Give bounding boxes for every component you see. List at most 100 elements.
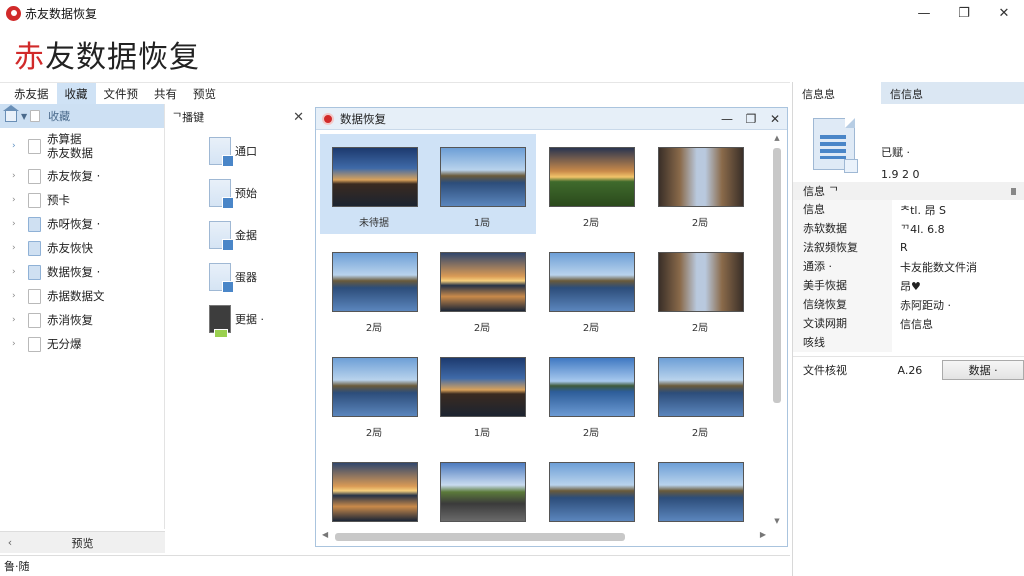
quick-item-label: 更据 · — [235, 313, 264, 326]
menu-item-2[interactable]: 收藏 — [56, 82, 96, 105]
property-key: 信息 — [793, 200, 892, 219]
info-panel: 信息息 信信息 已赋 · 1.9 2 0 信息 ᄀ 信息 ᄎtl. 昂 S 赤软数… — [792, 82, 1024, 576]
gallery-minimize-button[interactable]: — — [715, 112, 739, 126]
quick-item[interactable]: 通口 — [166, 130, 312, 172]
scroll-up-icon[interactable]: ▲ — [770, 134, 784, 146]
close-icon[interactable]: ✕ — [293, 110, 304, 125]
chevron-right-icon[interactable]: › — [12, 141, 22, 151]
tree-item[interactable]: › 赤消恢复 — [0, 308, 164, 332]
document-icon — [813, 118, 858, 173]
thumbnail-item[interactable]: 1局 — [428, 344, 536, 444]
thumbnail-item[interactable]: 1局 — [320, 449, 428, 529]
file-icon — [28, 312, 41, 328]
gallery-close-button[interactable]: ✕ — [763, 112, 787, 126]
thumbnail-item[interactable]: 2局 — [320, 239, 428, 339]
property-value: ᄁ4l. 6.8 — [900, 222, 945, 236]
thumbnail-item[interactable]: 2局 — [428, 239, 536, 339]
chevron-right-icon[interactable]: › — [12, 171, 22, 181]
photo-thumbnail — [332, 252, 418, 312]
tree-item[interactable]: › 赤据数据文 — [0, 284, 164, 308]
chevron-right-icon[interactable]: › — [12, 339, 22, 349]
thumbnail-caption: 2局 — [365, 323, 383, 334]
property-value: 卡友能数文件消 — [900, 260, 977, 274]
thumbnail-item[interactable]: 1局 — [646, 449, 754, 529]
scroll-thumb[interactable] — [773, 148, 781, 403]
thumbnail-item[interactable]: 2局 — [537, 449, 645, 529]
chevron-right-icon[interactable]: › — [12, 315, 22, 325]
thumbnail-caption: 未待据 — [359, 218, 389, 229]
thumbnail-item[interactable]: 2局 — [646, 134, 754, 234]
tree-item[interactable]: › 赤友恢快 — [0, 236, 164, 260]
gallery-titlebar: 数据恢复 — ❐ ✕ — [316, 108, 787, 130]
brand-heading: 赤友数据恢复 — [14, 32, 200, 76]
menu-item-4[interactable]: 共有 — [146, 83, 185, 105]
tree-item[interactable]: › 赤算据 赤友数据 — [0, 128, 164, 164]
tab-details[interactable]: 信信息 — [881, 82, 1024, 104]
chevron-left-icon[interactable]: ‹ — [0, 536, 20, 549]
thumbnail-item[interactable]: 2局 — [537, 134, 645, 234]
folder-tree: ▼ 收藏 › 赤算据 赤友数据 › 赤友恢复 · › 预卡 › 赤呀恢复 · › 赤友恢快… — [0, 104, 165, 529]
document-icon — [209, 179, 234, 209]
photo-thumbnail — [332, 147, 418, 207]
thumbnail-item[interactable]: 2局 — [320, 344, 428, 444]
preview-label[interactable]: 预览 — [20, 535, 165, 551]
menu-item-3[interactable]: 文件预 — [96, 83, 147, 105]
chevron-right-icon[interactable]: › — [12, 291, 22, 301]
property-key: 赤软数据 — [793, 219, 892, 238]
properties-table: 信息 ᄀ 信息 ᄎtl. 昂 S 赤软数据 ᄁ4l. 6.8 法叙频恢复 R 通添 ·… — [793, 182, 1024, 384]
chevron-right-icon[interactable]: › — [12, 195, 22, 205]
thumbnail-item[interactable]: 2局 — [537, 239, 645, 339]
minimize-button[interactable]: — — [904, 0, 944, 26]
recover-data-button[interactable]: 数据 · — [942, 360, 1024, 380]
scroll-left-icon[interactable]: ◀ — [322, 530, 328, 539]
tree-item[interactable]: › 预卡 — [0, 188, 164, 212]
photo-thumbnail — [440, 252, 526, 312]
quick-item[interactable]: 蛋器 — [166, 256, 312, 298]
thumbnail-item[interactable]: 2局 — [537, 344, 645, 444]
thumbnail-item[interactable]: 2局 — [646, 239, 754, 339]
photo-thumbnail — [658, 357, 744, 417]
tree-item-label: 赤呀恢复 · — [47, 217, 101, 231]
thumbnail-caption: 1局 — [473, 428, 491, 439]
tree-item-label: 赤算据 赤友数据 — [47, 132, 93, 160]
status-text: 鲁·随 — [4, 560, 30, 573]
thumbnail-item[interactable]: 1局 — [428, 134, 536, 234]
quick-item[interactable]: 金据 — [166, 214, 312, 256]
tree-root[interactable]: ▼ 收藏 — [0, 104, 164, 128]
thumbnail-item[interactable]: 未待据 — [320, 134, 428, 234]
chevron-right-icon[interactable]: › — [12, 219, 22, 229]
close-button[interactable]: ✕ — [984, 0, 1024, 26]
thumbnail-item[interactable]: 2局 — [646, 344, 754, 444]
quick-item[interactable]: 更据 · — [166, 298, 312, 340]
gallery-maximize-button[interactable]: ❐ — [739, 112, 763, 126]
thumbnail-caption: 2局 — [691, 428, 709, 439]
maximize-button[interactable]: ❐ — [944, 0, 984, 26]
vertical-scrollbar[interactable]: ▲ ▼ — [770, 134, 784, 529]
scroll-down-icon[interactable]: ▼ — [770, 517, 784, 529]
photo-thumbnail — [332, 462, 418, 522]
tree-item[interactable]: › 数据恢复 · — [0, 260, 164, 284]
tab-info[interactable]: 信息息 — [793, 82, 881, 104]
quick-item[interactable]: 预始 — [166, 172, 312, 214]
chevron-right-icon[interactable]: › — [12, 243, 22, 253]
menu-item-5[interactable]: 预览 — [185, 83, 224, 105]
property-value: A.26 — [897, 363, 923, 377]
tree-item[interactable]: › 赤友恢复 · — [0, 164, 164, 188]
file-icon — [28, 264, 41, 280]
thumbnail-item[interactable]: 1局 — [428, 449, 536, 529]
scroll-right-icon[interactable]: ▶ — [760, 530, 766, 539]
chevron-down-icon[interactable]: ▼ — [21, 112, 27, 121]
thumbnail-caption: 2局 — [473, 323, 491, 334]
tree-item[interactable]: › 无分爆 — [0, 332, 164, 356]
menu-item-1[interactable]: 赤友据 — [6, 83, 57, 105]
collapse-icon[interactable] — [1011, 187, 1016, 195]
photo-thumbnail — [440, 357, 526, 417]
chevron-right-icon[interactable]: › — [12, 267, 22, 277]
thumbnail-grid: 未待据1局2局2局2局2局2局2局2局1局2局2局1局1局2局1局 — [319, 134, 769, 529]
scroll-thumb[interactable] — [335, 533, 625, 541]
tree-item[interactable]: › 赤呀恢复 · — [0, 212, 164, 236]
tree-item-label: 预卡 — [47, 193, 70, 207]
horizontal-scrollbar[interactable]: ◀ ▶ — [319, 530, 769, 544]
file-icon — [28, 288, 41, 304]
property-value: ᄎtl. 昂 S — [900, 203, 946, 217]
